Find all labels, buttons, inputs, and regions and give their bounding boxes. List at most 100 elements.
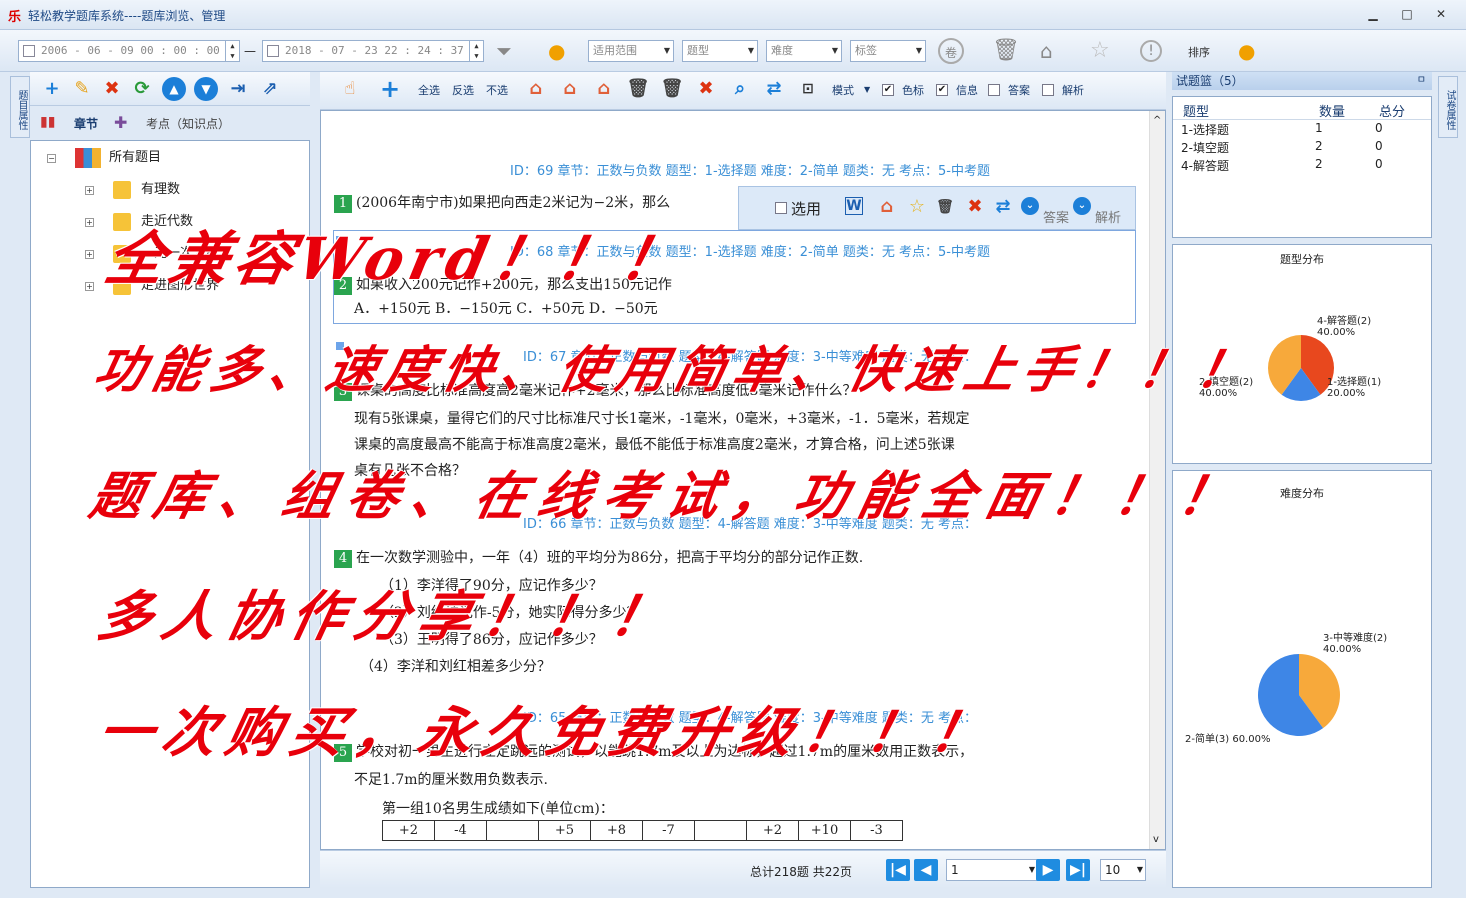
hand-pointer-icon[interactable]: ☝ bbox=[338, 77, 362, 101]
expand-analysis-icon[interactable]: ⌄ bbox=[1073, 197, 1091, 215]
trash-icon[interactable]: 🗑 bbox=[992, 38, 1020, 64]
question-properties-tab[interactable]: 题目属性 bbox=[10, 76, 30, 138]
expand-toggle[interactable]: + bbox=[85, 282, 94, 291]
total-summary: 总计218题 共22页 bbox=[750, 865, 852, 879]
grid-cell[interactable]: 4-解答题 bbox=[1181, 157, 1229, 174]
range-label: 适用范围 bbox=[593, 44, 637, 57]
question-item[interactable]: 4 在一次数学测验中，一年（4）班的平均分为86分，把高于平均分的部分记作正数. bbox=[334, 547, 863, 568]
warning-icon[interactable]: ! bbox=[1140, 40, 1162, 62]
chevron-down-icon[interactable]: ▼ bbox=[864, 85, 870, 94]
answer-toggle[interactable]: 答案 bbox=[1043, 207, 1069, 226]
difficulty-dropdown[interactable]: 难度 ▼ bbox=[766, 40, 842, 62]
search-icon[interactable]: ⌕ bbox=[728, 77, 752, 101]
date-to-spinner[interactable]: ▲ ▼ bbox=[469, 41, 483, 61]
expand-toggle[interactable]: + bbox=[85, 218, 94, 227]
last-page-icon[interactable]: ▶| bbox=[1066, 859, 1090, 881]
basket-icon[interactable]: ⌂ bbox=[1040, 38, 1053, 64]
date-from-spinner[interactable]: ▲ ▼ bbox=[225, 41, 239, 61]
basket-add-icon[interactable]: ⌂ bbox=[524, 77, 548, 101]
date-to-picker[interactable]: 2018 - 07 - 23 22 : 24 : 37 ▲ ▼ bbox=[262, 40, 484, 62]
close-button[interactable]: ✕ bbox=[1430, 6, 1452, 22]
add-question-icon[interactable]: + bbox=[378, 77, 402, 101]
sort-button[interactable]: 排序 bbox=[1188, 44, 1210, 60]
expand-answer-icon[interactable]: ⌄ bbox=[1021, 197, 1039, 215]
move-up-icon[interactable]: ▲ bbox=[162, 77, 186, 101]
type-dropdown[interactable]: 题型 ▼ bbox=[682, 40, 758, 62]
focus-icon[interactable]: ⊡ bbox=[796, 77, 820, 101]
answer-checkbox[interactable] bbox=[988, 84, 1000, 96]
select-none-button[interactable]: 不选 bbox=[486, 82, 508, 98]
range-dropdown[interactable]: 适用范围 ▼ bbox=[588, 40, 674, 62]
next-page-icon[interactable]: ▶ bbox=[1036, 859, 1060, 881]
minimize-button[interactable]: ▁ bbox=[1362, 6, 1384, 22]
left-tabs: ▮▮ 章节 ✚ 考点（知识点） bbox=[30, 108, 310, 138]
invert-select-button[interactable]: 反选 bbox=[452, 82, 474, 98]
star-icon[interactable]: ☆ bbox=[905, 195, 929, 219]
page-select[interactable]: 1 ▼ bbox=[946, 859, 1038, 881]
window-title: 轻松教学题库系统----题库浏览、管理 bbox=[28, 9, 226, 23]
page-size-select[interactable]: 10 ▼ bbox=[1100, 859, 1146, 881]
maximize-button[interactable]: □ bbox=[1396, 6, 1418, 22]
tree-node[interactable]: 有理数 bbox=[113, 179, 180, 201]
chevron-down-icon: ▼ bbox=[1136, 865, 1143, 874]
grid-cell[interactable]: 2-填空题 bbox=[1181, 139, 1229, 156]
trash-all-icon[interactable]: 🗑 bbox=[660, 77, 684, 101]
analysis-label: 解析 bbox=[1062, 84, 1084, 97]
add-icon[interactable]: + bbox=[40, 77, 64, 101]
grid-cell[interactable]: 1-选择题 bbox=[1181, 121, 1229, 138]
question-text: （4）李洋和刘红相差多少分？ bbox=[360, 659, 551, 675]
tree-label: 所有题目 bbox=[109, 150, 162, 165]
delete-icon[interactable]: ✖ bbox=[100, 77, 124, 101]
move-down-icon[interactable]: ▼ bbox=[194, 77, 218, 101]
tree-node-root[interactable]: 所有题目 bbox=[75, 147, 161, 169]
tag-dropdown[interactable]: 标签 ▼ bbox=[850, 40, 926, 62]
scroll-up-icon[interactable]: ^ bbox=[1153, 115, 1161, 126]
delete-icon[interactable]: ✖ bbox=[963, 195, 987, 219]
trash-icon[interactable]: 🗑 bbox=[626, 77, 650, 101]
question-item[interactable]: 1 (2006年南宁市)如果把向西走2米记为−2米，那么 bbox=[334, 192, 670, 213]
divider bbox=[1173, 119, 1431, 120]
expand-toggle[interactable]: + bbox=[85, 186, 94, 195]
lightbulb-icon[interactable]: ● bbox=[1238, 38, 1255, 64]
word-icon[interactable]: W bbox=[845, 197, 863, 215]
document-icon bbox=[113, 180, 131, 199]
scroll-down-icon[interactable]: v bbox=[1153, 834, 1159, 845]
color-checkbox[interactable]: ✔ bbox=[882, 84, 894, 96]
expand-toggle[interactable]: + bbox=[85, 250, 94, 259]
lightbulb-icon[interactable]: ● bbox=[548, 38, 565, 64]
first-page-icon[interactable]: |◀ bbox=[886, 859, 910, 881]
basket-add-all-icon[interactable]: ⌂ bbox=[558, 77, 582, 101]
tab-chapter[interactable]: 章节 bbox=[74, 115, 98, 132]
star-icon[interactable]: ☆ bbox=[1090, 38, 1110, 64]
analysis-toggle[interactable]: 解析 bbox=[1095, 207, 1121, 226]
refresh-icon[interactable]: ⟳ bbox=[130, 77, 154, 101]
select-all-button[interactable]: 全选 bbox=[418, 82, 440, 98]
mode-dropdown[interactable]: 模式 bbox=[832, 82, 854, 98]
replace-icon[interactable]: ⇄ bbox=[991, 195, 1015, 219]
score-cell: +2 bbox=[746, 820, 799, 841]
score-cell: -7 bbox=[642, 820, 695, 841]
paper-properties-tab[interactable]: 试卷属性 bbox=[1438, 76, 1458, 138]
books-icon: ▮▮ bbox=[40, 114, 56, 130]
edit-icon[interactable]: ✎ bbox=[70, 77, 94, 101]
tab-knowledge-point[interactable]: 考点（知识点） bbox=[146, 115, 230, 132]
info-checkbox[interactable]: ✔ bbox=[936, 84, 948, 96]
trash-icon[interactable]: 🗑 bbox=[933, 195, 957, 219]
date-from-checkbox[interactable] bbox=[23, 45, 35, 57]
prev-page-icon[interactable]: ◀ bbox=[914, 859, 938, 881]
replace-icon[interactable]: ⇄ bbox=[762, 77, 786, 101]
delete-icon[interactable]: ✖ bbox=[694, 77, 718, 101]
analysis-checkbox[interactable] bbox=[1042, 84, 1054, 96]
date-to-checkbox[interactable] bbox=[267, 45, 279, 57]
grid-cell: 1 bbox=[1315, 121, 1323, 135]
select-checkbox[interactable] bbox=[775, 202, 787, 214]
funnel-icon[interactable]: ⏷ bbox=[496, 38, 512, 64]
basket-add-icon[interactable]: ⌂ bbox=[875, 195, 899, 219]
date-from-picker[interactable]: 2006 - 06 - 09 00 : 00 : 00 ▲ ▼ bbox=[18, 40, 240, 62]
seal-icon[interactable]: 卷 bbox=[938, 38, 964, 64]
export-icon[interactable]: ⇗ bbox=[258, 77, 282, 101]
basket-remove-icon[interactable]: ⌂ bbox=[592, 77, 616, 101]
pin-icon[interactable]: ㅁ bbox=[1417, 72, 1426, 90]
collapse-toggle[interactable]: − bbox=[47, 154, 56, 163]
import-icon[interactable]: ⇥ bbox=[226, 77, 250, 101]
